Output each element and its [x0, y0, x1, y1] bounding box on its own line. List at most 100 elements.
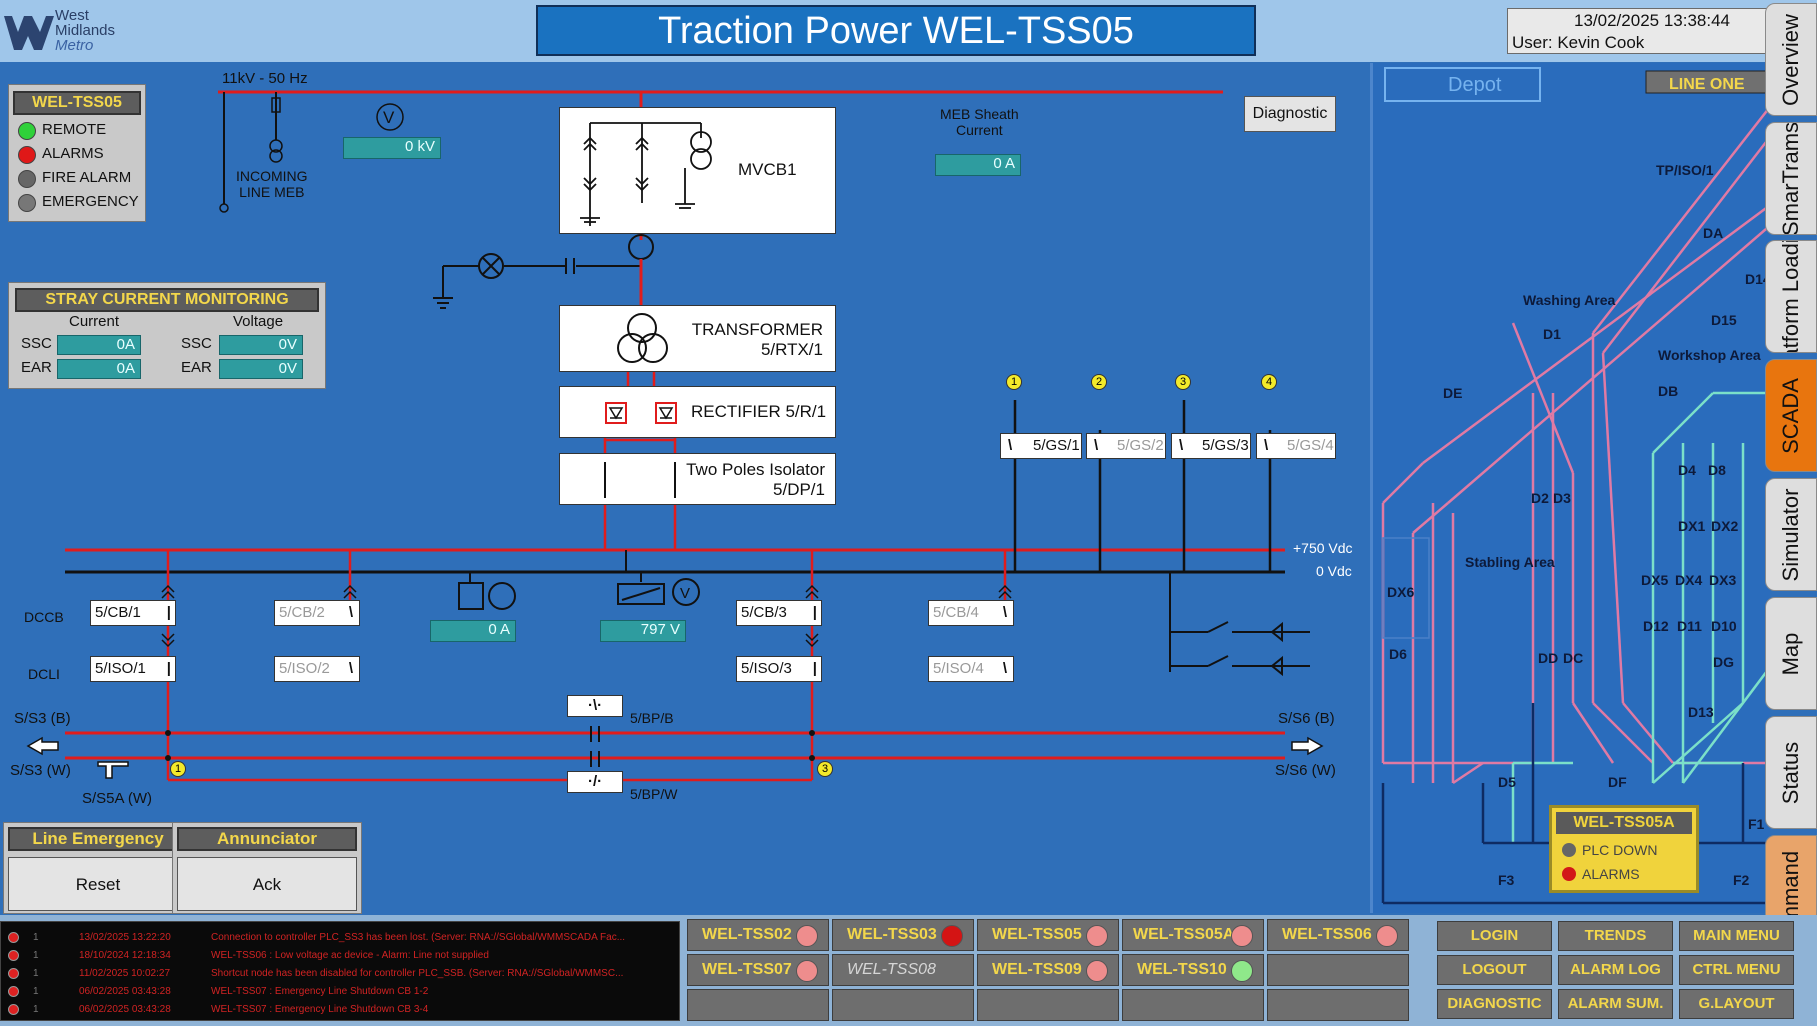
- iso1-isolator[interactable]: 5/ISO/1 |: [90, 656, 176, 682]
- alarm-row[interactable]: 1 18/10/2024 12:18:34 WEL-TSS06 : Low volt…: [1, 947, 681, 964]
- transformer-block[interactable]: TRANSFORMER 5/RTX/1: [559, 305, 836, 372]
- map-label: DG: [1713, 654, 1734, 670]
- station-button-tss06[interactable]: WEL-TSS06: [1267, 919, 1409, 951]
- diagnostic-nav-button[interactable]: DIAGNOSTIC: [1437, 989, 1552, 1019]
- gs3-switch[interactable]: \ 5/GS/3: [1171, 433, 1251, 459]
- alarm-indicator-icon: [8, 986, 19, 997]
- station-status-light-icon: [796, 925, 818, 947]
- ear-current-value: 0A: [57, 359, 141, 379]
- station-button-tss05[interactable]: WEL-TSS05: [977, 919, 1119, 951]
- alarm-row[interactable]: 1 13/02/2025 13:22:20 Connection to contro…: [1, 929, 681, 946]
- alarm-summary-button[interactable]: ALARM SUM.: [1558, 989, 1673, 1019]
- iso3-isolator[interactable]: 5/ISO/3 |: [736, 656, 822, 682]
- stray-current-panel: STRAY CURRENT MONITORING Current Voltage…: [8, 282, 326, 389]
- map-label: TP/ISO/1: [1656, 162, 1714, 178]
- cb4-breaker[interactable]: 5/CB/4 \: [928, 600, 1014, 626]
- gs1-switch[interactable]: \ 5/GS/1: [1000, 433, 1082, 459]
- station-button-empty: [832, 989, 974, 1021]
- current-user: User: Kevin Cook: [1512, 33, 1645, 52]
- map-label: DX6: [1387, 584, 1414, 600]
- alarm-row[interactable]: 1 11/02/2025 10:02:27 Shortcut node has be…: [1, 965, 681, 982]
- two-pole-isolator-block[interactable]: Two Poles Isolator 5/DP/1: [559, 453, 836, 505]
- station-status-light-icon: [1231, 960, 1253, 982]
- station-button-tss05a[interactable]: WEL-TSS05A: [1122, 919, 1264, 951]
- iso2-isolator[interactable]: 5/ISO/2 \: [274, 656, 360, 682]
- gs-number-badge: 3: [1175, 374, 1191, 390]
- alarm-row[interactable]: 1 06/02/2025 03:43:28 WEL-TSS07 : Emergenc…: [1, 1001, 681, 1018]
- tab-status[interactable]: Status: [1765, 716, 1817, 829]
- station-button-tss02[interactable]: WEL-TSS02: [687, 919, 829, 951]
- station-button-tss03[interactable]: WEL-TSS03: [832, 919, 974, 951]
- station-button-tss09[interactable]: WEL-TSS09: [977, 954, 1119, 986]
- line-one-label: LINE ONE: [1669, 76, 1745, 93]
- alarm-log-button[interactable]: ALARM LOG: [1558, 955, 1673, 985]
- map-label: D5: [1498, 774, 1516, 790]
- station-button-tss08[interactable]: WEL-TSS08: [832, 954, 974, 986]
- mvcb-block[interactable]: MVCB1: [559, 107, 836, 234]
- depot-map-panel[interactable]: Depot LINE ONE TP/ISO/1 DA D14 Washing A…: [1370, 63, 1770, 913]
- dccb-label: DCCB: [24, 609, 64, 625]
- map-label: D10: [1711, 618, 1737, 634]
- ssc-current-label: SSC: [21, 335, 52, 352]
- positive-bus-label: +750 Vdc: [1293, 540, 1353, 556]
- map-label: F3: [1498, 872, 1515, 888]
- ss6w-label: S/S6 (W): [1275, 762, 1336, 779]
- station-status-light-icon: [1231, 925, 1253, 947]
- map-label: DX1: [1678, 518, 1705, 534]
- alarm-row[interactable]: 1 06/02/2025 03:43:28 WEL-TSS07 : Emergenc…: [1, 983, 681, 1000]
- gs-number-badge: 4: [1261, 374, 1277, 390]
- cb1-breaker[interactable]: 5/CB/1 |: [90, 600, 176, 626]
- tab-map[interactable]: Map: [1765, 597, 1817, 710]
- map-label: DC: [1563, 650, 1583, 666]
- logout-button[interactable]: LOGOUT: [1437, 955, 1552, 985]
- tab-scada[interactable]: SCADA: [1765, 359, 1817, 472]
- svg-text:V: V: [680, 585, 690, 602]
- gs4-switch[interactable]: \ 5/GS/4: [1256, 433, 1336, 459]
- main-menu-button[interactable]: MAIN MENU: [1679, 921, 1794, 951]
- tab-smartrams[interactable]: SmarTrams: [1765, 122, 1817, 235]
- line-emergency-panel: Line Emergency Reset: [3, 822, 193, 914]
- alarm-list[interactable]: 1 13/02/2025 13:22:20 Connection to contro…: [0, 921, 680, 1021]
- dc-current-value: 0 A: [430, 620, 516, 642]
- tab-platform-loading[interactable]: Platform Loading: [1765, 240, 1817, 353]
- ctrl-menu-button[interactable]: CTRL MENU: [1679, 955, 1794, 985]
- ack-button[interactable]: Ack: [177, 857, 357, 911]
- diagnostic-button[interactable]: Diagnostic: [1244, 96, 1336, 132]
- iso4-isolator[interactable]: 5/ISO/4 \: [928, 656, 1014, 682]
- dc-voltage-value: 797 V: [600, 620, 686, 642]
- map-label: DB: [1658, 383, 1678, 399]
- login-button[interactable]: LOGIN: [1437, 921, 1552, 951]
- bpb-switch[interactable]: ·\·: [567, 695, 623, 717]
- status-remote: REMOTE: [9, 118, 145, 142]
- tab-simulator[interactable]: Simulator: [1765, 478, 1817, 591]
- station-button-tss07[interactable]: WEL-TSS07: [687, 954, 829, 986]
- bpw-switch[interactable]: ·/·: [567, 771, 623, 793]
- zero-bus-label: 0 Vdc: [1316, 563, 1352, 579]
- station-button-tss10[interactable]: WEL-TSS10: [1122, 954, 1264, 986]
- cb3-breaker[interactable]: 5/CB/3 |: [736, 600, 822, 626]
- map-label: D4: [1678, 462, 1696, 478]
- section-badge-1: 1: [170, 761, 186, 777]
- ss3b-label: S/S3 (B): [14, 710, 71, 727]
- ssc-voltage-value: 0V: [219, 335, 303, 355]
- rectifier-block[interactable]: RECTIFIER 5/R/1: [559, 386, 836, 438]
- cb2-breaker[interactable]: 5/CB/2 \: [274, 600, 360, 626]
- general-layout-button[interactable]: G.LAYOUT: [1679, 989, 1794, 1019]
- tab-overview[interactable]: Overview: [1765, 3, 1817, 116]
- gs2-switch[interactable]: \ 5/GS/2: [1086, 433, 1166, 459]
- station-button-empty: [1267, 954, 1409, 986]
- alarm-indicator-icon: [8, 932, 19, 943]
- trends-button[interactable]: TRENDS: [1558, 921, 1673, 951]
- tss05a-status-badge[interactable]: WEL-TSS05A PLC DOWN ALARMS: [1549, 805, 1699, 893]
- map-label: D12: [1643, 618, 1669, 634]
- gs-number-badge: 1: [1006, 374, 1022, 390]
- alarm-indicator-icon: [8, 950, 19, 961]
- reset-button[interactable]: Reset: [8, 857, 188, 911]
- rectifier-icon: [605, 402, 677, 424]
- map-label: DX4: [1675, 572, 1702, 588]
- datetime-user-box: 13/02/2025 13:38:44 User: Kevin Cook: [1507, 8, 1769, 54]
- meb-sheath-value: 0 A: [935, 154, 1021, 176]
- ss6b-label: S/S6 (B): [1278, 710, 1335, 727]
- map-label: Workshop Area: [1658, 347, 1761, 363]
- tss05a-badge-title: WEL-TSS05A: [1556, 812, 1692, 834]
